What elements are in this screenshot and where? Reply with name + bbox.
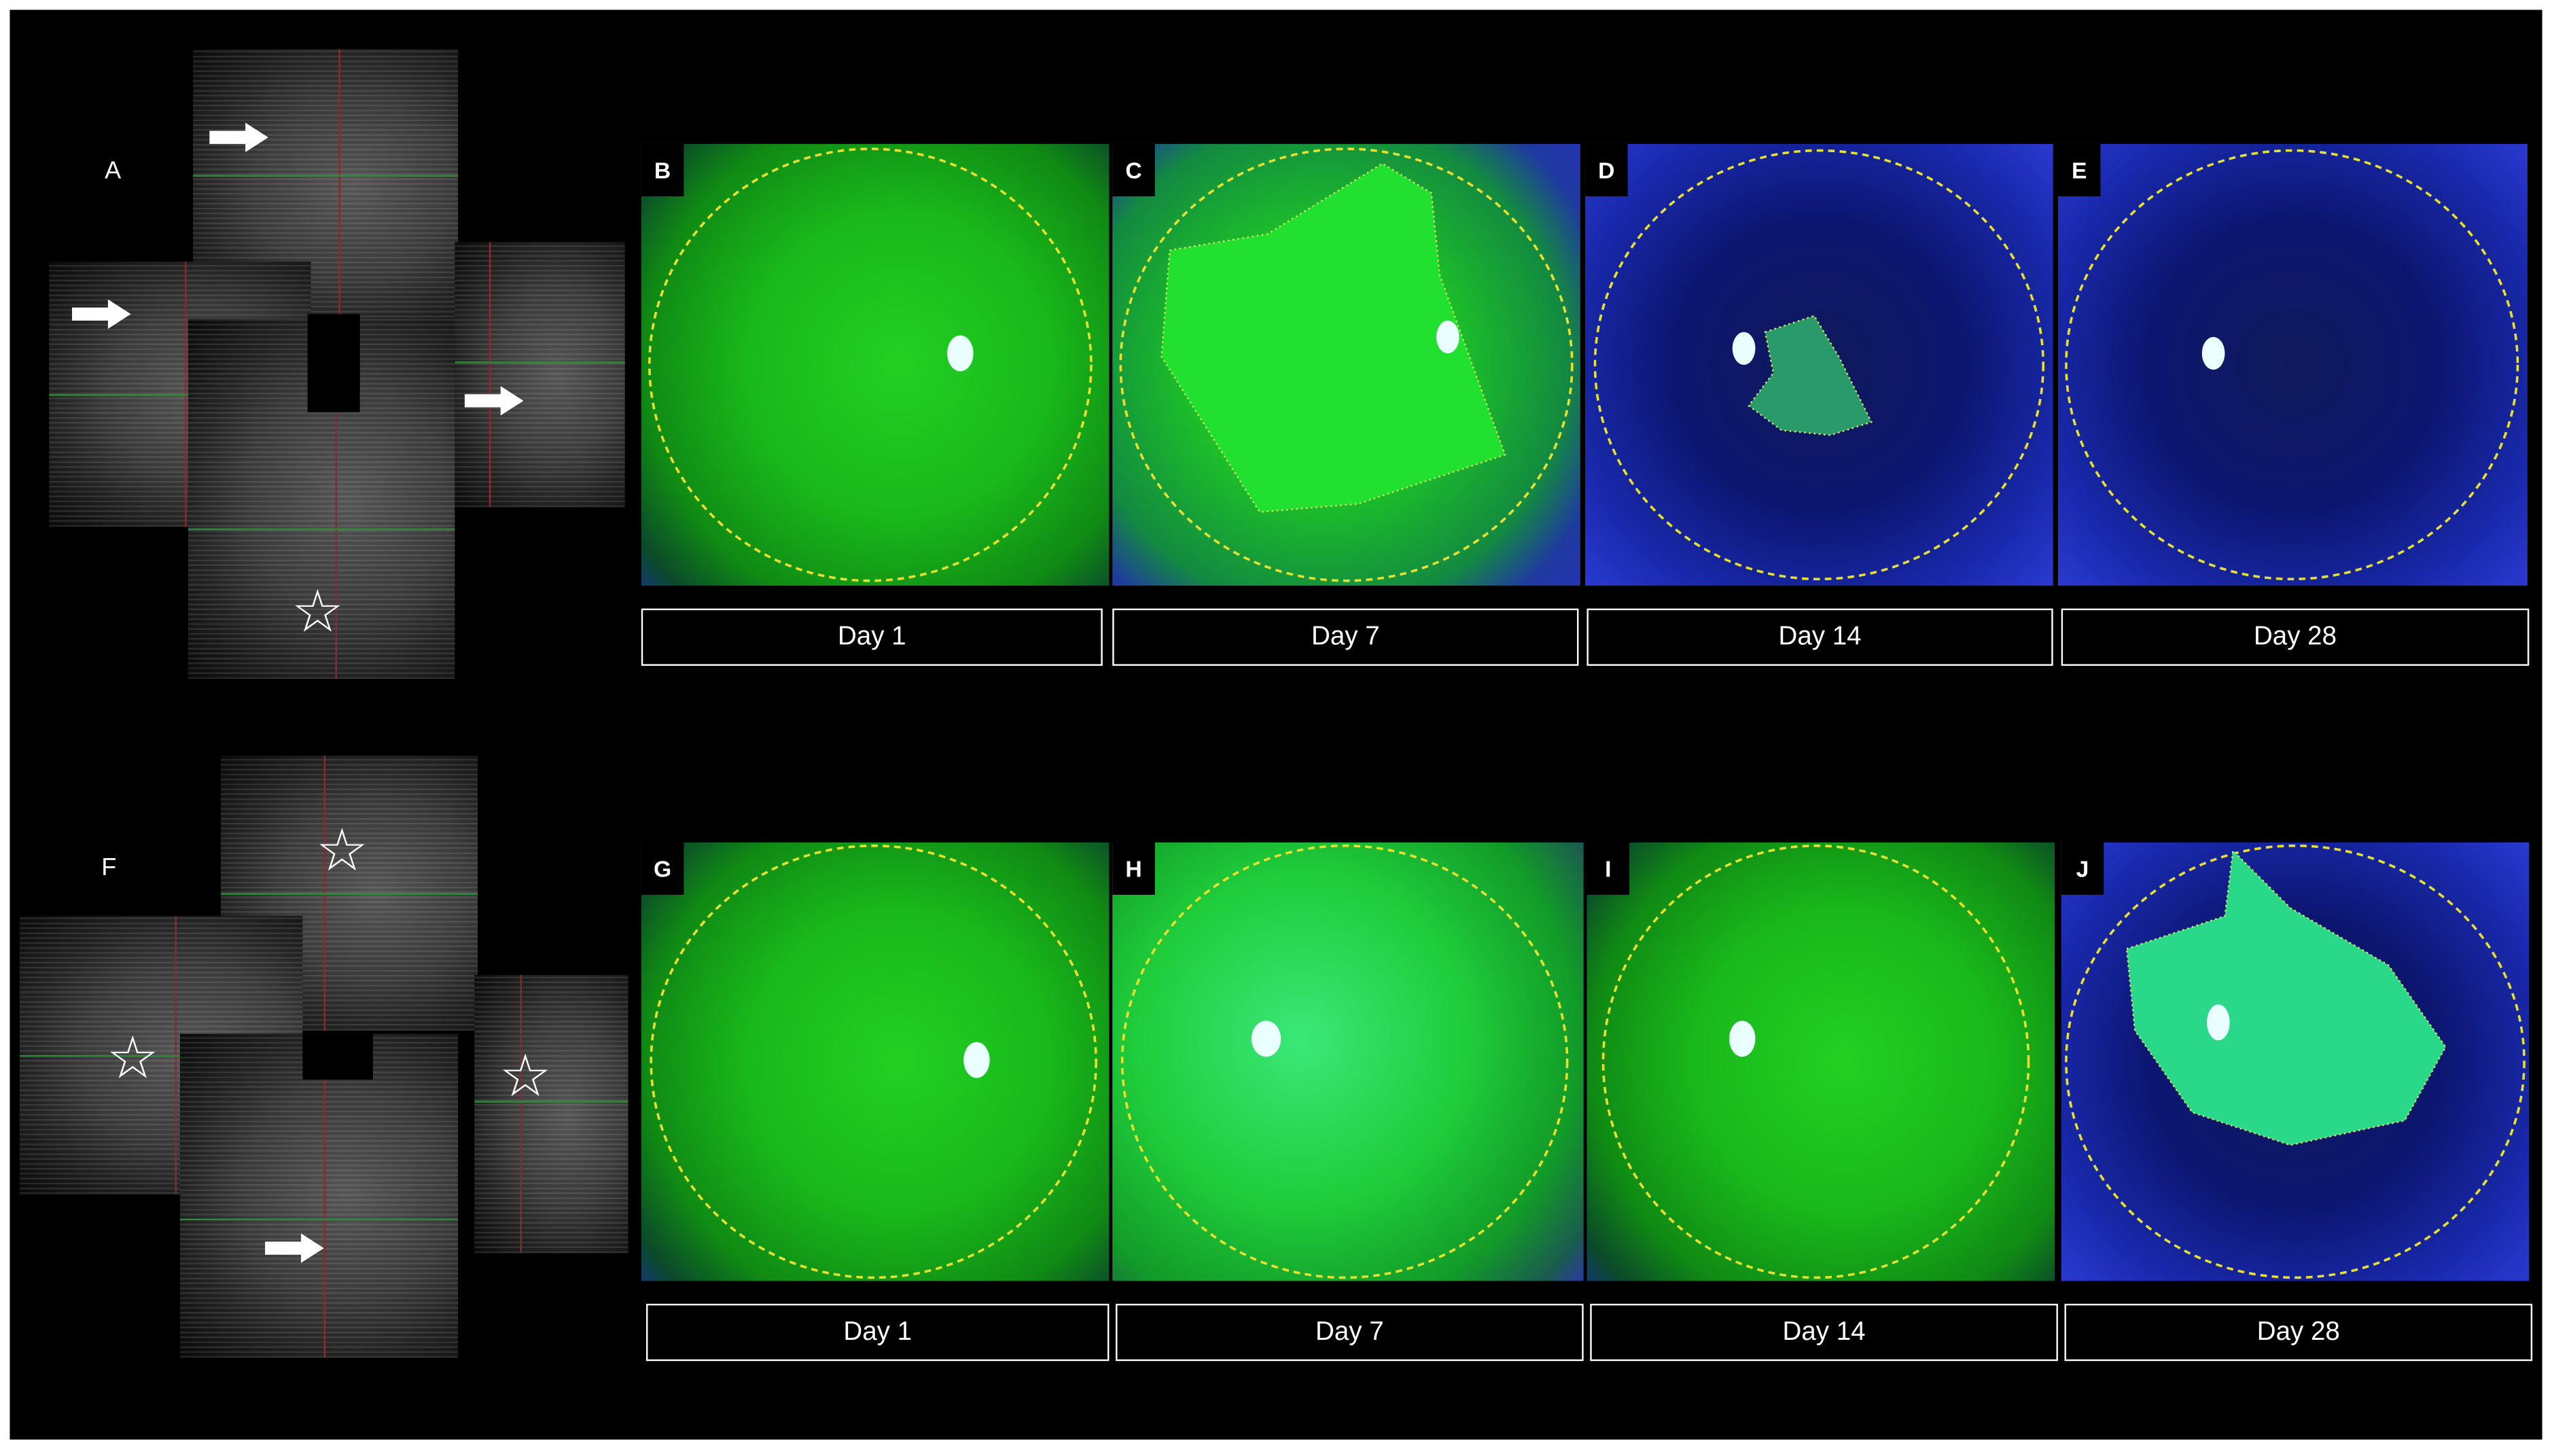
slit-lamp-photo-d: D [1585,143,2053,586]
arrow-icon [464,386,524,416]
limbus-circle [2065,149,2519,581]
day-label-h: Day 7 [1116,1303,1584,1362]
slit-lamp-photo-h: H [1112,842,1584,1281]
day-label-e: Day 28 [2061,608,2530,666]
arrow-icon [71,299,131,329]
slit-lamp-photo-i: I [1587,842,2055,1281]
slit-lamp-photo-b: B [641,143,1110,586]
star-icon: ☆ [499,1042,552,1109]
slit-lamp-photo-c: C [1112,143,1580,586]
limbus-circle [1120,844,1569,1279]
star-icon: ☆ [291,577,344,645]
star-icon: ☆ [106,1024,160,1091]
panel-label-b: B [641,143,684,196]
arrow-icon [209,122,268,152]
day-label-c: Day 7 [1112,608,1579,666]
panel-label-h: H [1112,842,1155,895]
panel-label-i: I [1587,842,1630,895]
panel-label-c: C [1112,143,1155,196]
panel-label-e: E [2057,143,2101,196]
mask-rect [302,1033,373,1080]
day-label-g: Day 1 [646,1303,1110,1362]
limbus-circle [648,147,1093,582]
limbus-circle [1593,149,2045,581]
panel-label-f: F [101,853,117,882]
day-label-b: Day 1 [641,608,1103,666]
day-label-i: Day 14 [1590,1303,2058,1362]
limbus-circle [650,844,1097,1279]
limbus-circle [1601,844,2030,1279]
panel-label-j: J [2061,842,2104,895]
arrow-icon [265,1233,324,1263]
figure: A ☆ F ☆ ☆ ☆ B C D E Day 1 Day 7 Day 14 D… [0,0,2552,1456]
day-label-d: Day 14 [1587,608,2053,666]
slit-lamp-photo-e: E [2057,143,2528,586]
panel-label-a: A [105,157,122,185]
oct-tile-right [474,974,628,1254]
panel-label-d: D [1585,143,1628,196]
star-icon: ☆ [315,816,369,884]
limbus-circle [1119,147,1574,582]
mask-rect [307,314,360,412]
oct-tile-right [455,242,625,508]
slit-lamp-photo-g: G [641,842,1110,1281]
slit-lamp-photo-j: J [2061,842,2530,1281]
limbus-circle [2065,844,2526,1279]
day-label-j: Day 28 [2064,1303,2533,1362]
oct-tile-bottom [179,1033,459,1358]
panel-label-g: G [641,842,684,895]
